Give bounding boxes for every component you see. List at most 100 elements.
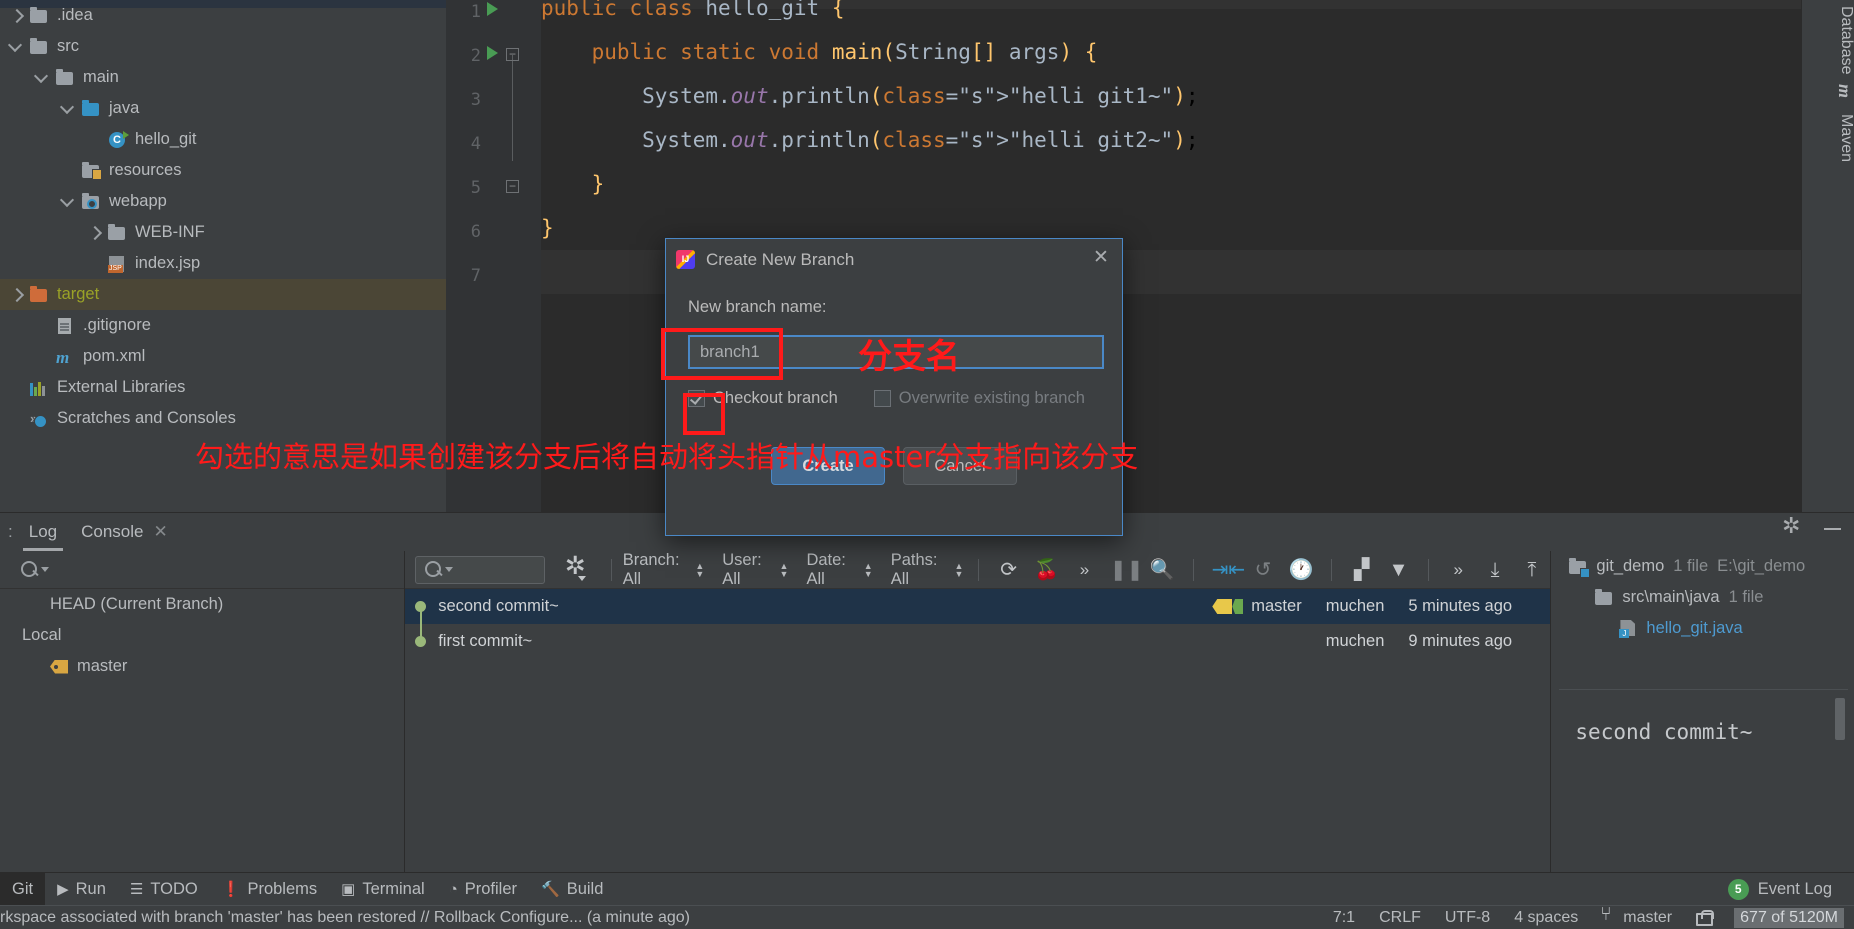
branch-list: HEAD (Current Branch) Local master — [0, 589, 404, 682]
revert-icon[interactable]: ↺ — [1252, 557, 1275, 583]
close-icon[interactable]: ✕ — [1090, 247, 1112, 269]
gear-icon[interactable] — [1782, 515, 1801, 538]
tree-item-pom-xml[interactable]: m pom.xml — [0, 341, 446, 372]
changed-file-row[interactable]: git_demo 1 file E:\git_demo — [1551, 551, 1854, 582]
changed-file-row[interactable]: hello_git.java — [1551, 613, 1854, 644]
search-icon[interactable]: 🔍 — [1150, 557, 1175, 583]
collapse-arrows-icon[interactable]: ⇥⇤ — [1212, 557, 1246, 583]
tree-item-src[interactable]: src — [0, 31, 446, 62]
tree-item-hello-git[interactable]: Chello_git — [0, 124, 446, 155]
tree-item-java[interactable]: java — [0, 93, 446, 124]
fold-toggle-icon[interactable]: − — [506, 48, 519, 61]
more-chevrons-icon[interactable]: » — [1447, 557, 1470, 583]
filter-paths[interactable]: Paths: All ▲ ▼ — [891, 551, 964, 589]
tab-console[interactable]: Console ✕ — [69, 522, 180, 542]
bottom-tab-problems[interactable]: ❗ Problems — [210, 873, 329, 906]
bottom-tab-todo[interactable]: ☰ TODO — [118, 873, 210, 906]
commit-row[interactable]: first commit~ muchen 9 minutes ago — [405, 624, 1550, 659]
commit-row[interactable]: second commit~ master muchen 5 minutes ago — [405, 589, 1551, 641]
expand-all-icon[interactable]: ⤓ — [1484, 557, 1507, 583]
tree-item-webapp[interactable]: webapp — [0, 186, 446, 217]
run-gutter-icon[interactable] — [487, 46, 498, 60]
tree-item--gitignore[interactable]: .gitignore — [0, 310, 446, 341]
jsp-file-icon — [106, 255, 128, 273]
bottom-tab-terminal[interactable]: ▣ Terminal — [329, 873, 437, 906]
bottom-tab-build[interactable]: 🔨 Build — [529, 873, 615, 906]
bottom-tab-git[interactable]: Git — [0, 872, 46, 906]
overwrite-existing-branch-label[interactable]: Overwrite existing branch — [899, 389, 1085, 408]
bottom-tab-run[interactable]: ▶ Run — [45, 873, 118, 906]
git-branch-widget[interactable]: master — [1600, 904, 1672, 927]
chevron-right-icon[interactable] — [8, 286, 26, 304]
line-number: 2 — [470, 46, 481, 66]
filter-user[interactable]: User: All ▲ ▼ — [722, 551, 788, 589]
chevron-right-icon[interactable] — [8, 7, 26, 25]
run-gutter-icon[interactable] — [487, 2, 498, 16]
minimize-icon[interactable] — [1823, 519, 1842, 538]
bottom-tab-profiler[interactable]: ◔ Profiler — [437, 873, 529, 906]
close-icon[interactable]: ✕ — [153, 522, 167, 541]
commit-search-input[interactable] — [415, 555, 545, 584]
tab-log[interactable]: Log — [17, 522, 69, 551]
tree-item-resources[interactable]: resources — [0, 155, 446, 186]
chevron-down-icon[interactable] — [8, 38, 26, 56]
refresh-icon[interactable]: ⟳ — [997, 557, 1020, 583]
commit-meta: muchen 9 minutes ago — [1326, 632, 1551, 651]
collapse-all-icon[interactable]: ⤒ — [1521, 557, 1544, 583]
git-tool-window: : Log Console ✕ HEAD (Current Branch) Loca… — [0, 512, 1854, 872]
cherry-pick-icon[interactable]: 🍒 — [1034, 557, 1059, 583]
tree-item-main[interactable]: main — [0, 62, 446, 93]
commit-branch-chip[interactable]: master — [1212, 597, 1302, 616]
branch-name-input[interactable] — [690, 337, 1102, 367]
tree-item-web-inf[interactable]: WEB-INF — [0, 217, 446, 248]
code-fold-line — [512, 55, 513, 161]
git-window-window-controls — [1782, 515, 1842, 538]
branch-row-head--current-branch-[interactable]: HEAD (Current Branch) — [0, 589, 404, 620]
checkout-branch-label[interactable]: Checkout branch — [713, 389, 838, 408]
branch-filter-search[interactable] — [0, 551, 405, 589]
more-chevrons-icon[interactable]: » — [1073, 557, 1096, 583]
indent-setting[interactable]: 4 spaces — [1514, 909, 1578, 927]
filter-branch[interactable]: Branch: All ▲ ▼ — [623, 551, 705, 589]
java-class-icon: C — [106, 130, 129, 149]
tree-item-label: index.jsp — [135, 254, 201, 272]
memory-indicator[interactable]: 677 of 5120M — [1734, 907, 1844, 928]
tree-item-external-libraries[interactable]: External Libraries — [0, 372, 446, 403]
chevron-down-icon[interactable] — [34, 69, 52, 87]
tree-item-target[interactable]: target — [0, 279, 446, 310]
tree-item-scratches-and-consoles[interactable]: » Scratches and Consoles — [0, 403, 446, 434]
file-encoding[interactable]: UTF-8 — [1445, 909, 1490, 927]
tree-item-label: resources — [109, 161, 182, 179]
commit-author: muchen — [1325, 632, 1385, 650]
lock-icon[interactable] — [1696, 909, 1715, 926]
history-clock-icon[interactable]: 🕐 — [1288, 557, 1313, 583]
tree-item--idea[interactable]: .idea — [0, 0, 446, 31]
create-button[interactable]: Create — [771, 447, 885, 485]
chevron-down-icon[interactable] — [60, 100, 78, 118]
cancel-button[interactable]: Cancel — [903, 447, 1017, 485]
tree-item-index-jsp[interactable]: index.jsp — [0, 248, 446, 279]
overwrite-existing-branch-checkbox[interactable] — [873, 390, 891, 407]
checkout-branch-checkbox[interactable] — [688, 390, 705, 407]
tool-tab-maven[interactable]: Maven — [1802, 108, 1854, 168]
event-log-widget[interactable]: 5 Event Log — [1727, 878, 1854, 900]
filter-icon[interactable]: ▼ — [1387, 557, 1410, 583]
changed-file-row[interactable]: src\main\java 1 file — [1551, 582, 1854, 613]
branch-row-local[interactable]: Local — [0, 620, 404, 651]
caret-position[interactable]: 7:1 — [1333, 909, 1355, 927]
chevron-right-icon[interactable] — [86, 224, 104, 242]
line-separator[interactable]: CRLF — [1379, 909, 1421, 927]
resources-folder-icon — [80, 161, 102, 180]
tool-tab-database[interactable]: Database — [1802, 0, 1854, 81]
branch-row-master[interactable]: master — [0, 651, 404, 682]
gear-icon[interactable] — [565, 553, 586, 582]
chevron-down-icon[interactable] — [60, 193, 78, 211]
filter-date[interactable]: Date: All ▲ ▼ — [806, 551, 872, 589]
pause-icon[interactable]: ❚❚ — [1110, 557, 1144, 583]
scrollbar-thumb[interactable] — [1835, 698, 1845, 740]
group-icon[interactable]: ▞ — [1350, 557, 1373, 583]
code-editor[interactable]: 1 2 − 3 4 5 − 6 7 public class hello_git { publi… — [446, 0, 1801, 512]
fold-toggle-icon[interactable]: − — [506, 180, 519, 193]
bottom-tab-label: Problems — [247, 879, 318, 898]
